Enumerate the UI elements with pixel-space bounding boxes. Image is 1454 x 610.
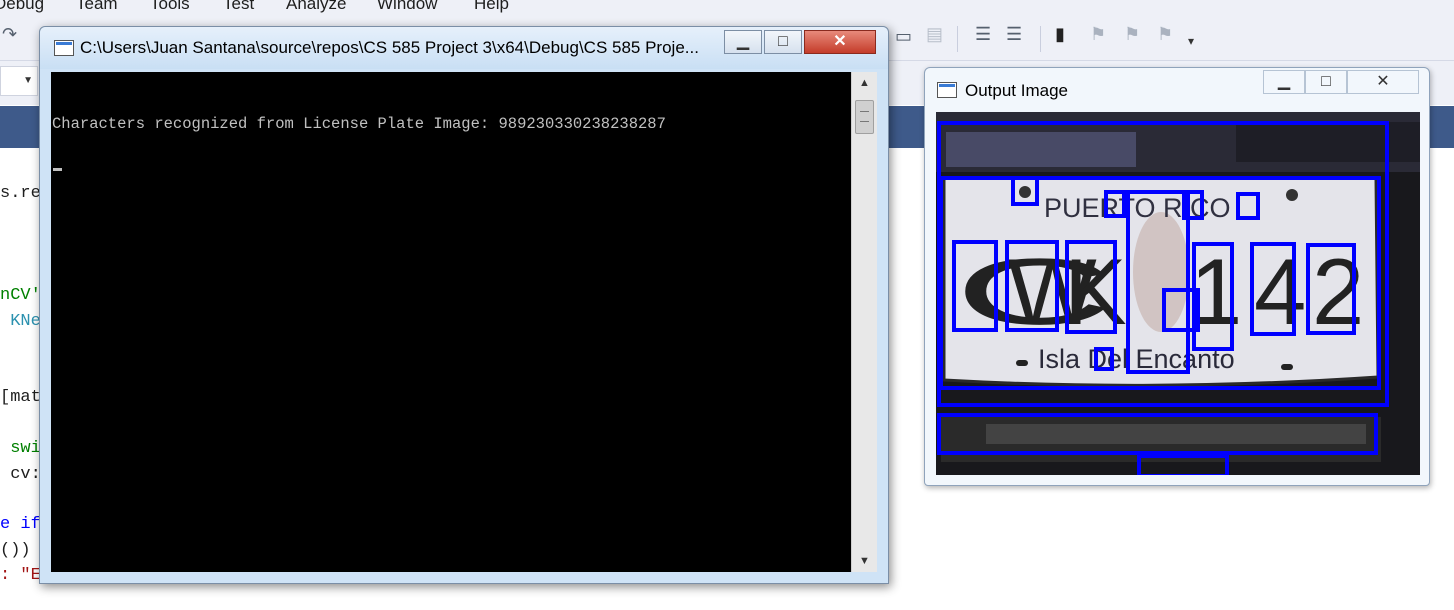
maximize-button[interactable]: □ (764, 30, 802, 54)
console-window[interactable]: C:\Users\Juan Santana\source\repos\CS 58… (39, 26, 889, 584)
code-line: e if (0, 515, 41, 534)
output-image-window[interactable]: Output Image ▁ □ ✕ PUERTO RICO C W K 1 4… (924, 67, 1430, 486)
menu-debug[interactable]: Debug (0, 0, 44, 14)
indent-icon[interactable]: ☰ (975, 24, 991, 45)
bookmark-icon[interactable]: ▮ (1055, 24, 1065, 45)
output-title: Output Image (965, 81, 1069, 100)
output-titlebar[interactable]: Output Image ▁ □ ✕ (925, 68, 1429, 110)
toolbar-separator (1040, 26, 1041, 52)
menu-tools[interactable]: Tools (150, 0, 190, 14)
code-line: KNe (0, 312, 41, 331)
toolbar-separator (957, 26, 958, 52)
scrollbar-thumb[interactable] (855, 100, 874, 134)
output-app-icon (937, 82, 957, 98)
license-plate-svg: PUERTO RICO C W K 1 4 2 Isla Del Encanto (936, 112, 1420, 475)
uncomment-icon[interactable]: ▤ (926, 24, 943, 45)
toolbar-overflow-icon[interactable]: ▾ (1188, 34, 1194, 48)
menu-test[interactable]: Test (223, 0, 254, 14)
code-line: [mat (0, 388, 41, 407)
menu-help[interactable]: Help (474, 0, 509, 14)
code-line: s.re (0, 184, 41, 203)
redo-icon[interactable]: ↷ (2, 24, 17, 45)
scroll-up-icon[interactable]: ▲ (852, 72, 877, 94)
menu-window[interactable]: Window (377, 0, 437, 14)
maximize-button[interactable]: □ (1305, 70, 1347, 94)
close-button[interactable]: ✕ (804, 30, 876, 54)
plate-bolt-icon (1019, 186, 1031, 198)
console-output-area[interactable]: Characters recognized from License Plate… (51, 72, 851, 572)
console-app-icon (54, 40, 74, 56)
console-scrollbar[interactable]: ▲ ▼ (851, 72, 877, 572)
console-titlebar[interactable]: C:\Users\Juan Santana\source\repos\CS 58… (40, 27, 888, 69)
clear-bookmarks-icon[interactable]: ⚑ (1157, 24, 1173, 45)
close-button[interactable]: ✕ (1347, 70, 1419, 94)
scroll-down-icon[interactable]: ▼ (852, 550, 877, 572)
plate-char: K (1064, 239, 1127, 344)
next-bookmark-icon[interactable]: ⚑ (1124, 24, 1140, 45)
menu-team[interactable]: Team (76, 0, 118, 14)
plate-char: 4 (1254, 239, 1306, 344)
outdent-icon[interactable]: ☰ (1006, 24, 1022, 45)
vs-menubar: Debug Team Tools Test Analyze Window Hel… (0, 0, 1454, 20)
code-line: : "E (0, 566, 41, 585)
plate-char: 2 (1312, 239, 1364, 344)
menu-analyze[interactable]: Analyze (286, 0, 346, 14)
console-cursor (53, 168, 62, 171)
code-line: swi (0, 439, 41, 458)
plate-emblem-icon (1133, 212, 1189, 332)
license-plate-image: PUERTO RICO C W K 1 4 2 Isla Del Encanto (936, 112, 1420, 475)
code-line: nCV' (0, 286, 41, 305)
comment-out-icon[interactable]: ▭ (895, 26, 912, 47)
console-output-line: Characters recognized from License Plate… (52, 115, 666, 133)
chevron-down-icon: ▼ (23, 75, 33, 86)
minimize-button[interactable]: ▁ (1263, 70, 1305, 94)
minimize-button[interactable]: ▁ (724, 30, 762, 54)
solution-platform-dropdown[interactable]: ▼ (0, 66, 38, 96)
prev-bookmark-icon[interactable]: ⚑ (1090, 24, 1106, 45)
code-line: cv: (0, 465, 41, 484)
code-line: ()) (0, 541, 31, 560)
plate-bolt-icon (1286, 189, 1298, 201)
console-title: C:\Users\Juan Santana\source\repos\CS 58… (80, 38, 699, 57)
